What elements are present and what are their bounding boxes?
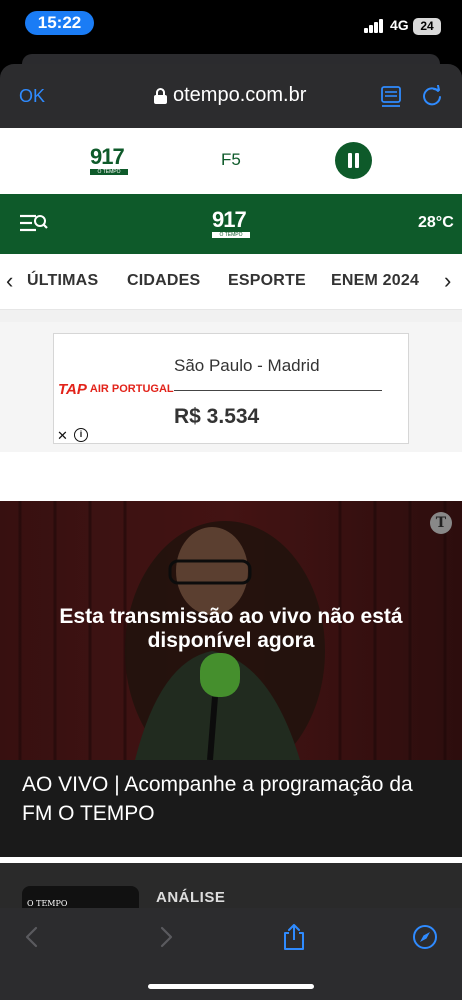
live-title-box[interactable]: AO VIVO | Acompanhe a programação da FM … (0, 760, 462, 857)
pause-icon (348, 153, 352, 168)
ad-zone: TAP AIR PORTUGAL São Paulo - Madrid R$ 3… (0, 322, 462, 452)
ad-banner[interactable]: TAP AIR PORTUGAL São Paulo - Madrid R$ 3… (53, 333, 409, 444)
nav-item-ultimas[interactable]: ÚLTIMAS (27, 272, 98, 290)
network-type: 4G (390, 17, 409, 33)
site-header: 917 O TEMPO 28°C (0, 194, 462, 254)
ad-price: R$ 3.534 (174, 405, 260, 428)
tap-logo: TAP AIR PORTUGAL (58, 380, 174, 398)
spacer (0, 452, 462, 501)
info-icon[interactable]: i (74, 428, 88, 442)
share-icon[interactable] (281, 924, 307, 950)
video-unavailable-message: Esta transmissão ao vivo não está dispon… (59, 605, 403, 652)
phone-screen: 15:22 4G 24 OK otempo.com.br 917 O TEMPO… (0, 0, 462, 1000)
site-logo-sub: O TEMPO (212, 232, 250, 238)
nav-item-enem[interactable]: ENEM 2024 (331, 272, 419, 290)
address-bar[interactable]: otempo.com.br (154, 84, 306, 107)
nav-item-cidades[interactable]: CIDADES (127, 272, 200, 290)
forward-icon[interactable] (152, 924, 178, 950)
radio-logo[interactable]: 917 O TEMPO (90, 146, 128, 178)
reload-icon[interactable] (421, 85, 443, 107)
close-icon[interactable]: ✕ (57, 428, 68, 444)
reader-icon[interactable] (381, 86, 401, 108)
article-thumbnail[interactable]: O TEMPO (22, 886, 139, 908)
station-name: F5 (221, 150, 241, 169)
browser-top-bar: OK otempo.com.br (0, 64, 462, 128)
tap-mark: TAP (58, 380, 87, 398)
done-button[interactable]: OK (19, 86, 45, 107)
video-player[interactable]: T Esta transmissão ao vivo não está disp… (0, 501, 462, 760)
pause-button[interactable] (335, 142, 372, 179)
radio-player: 917 O TEMPO F5 (0, 128, 462, 194)
nav-item-esporte[interactable]: ESPORTE (228, 272, 306, 290)
ad-route: São Paulo - Madrid (174, 356, 320, 375)
battery-icon: 24 (413, 18, 441, 35)
lock-icon (154, 87, 167, 104)
video-badge: T (430, 512, 452, 534)
signal-icon (364, 19, 386, 33)
back-icon[interactable] (20, 924, 46, 950)
compass-icon[interactable] (412, 924, 438, 950)
home-indicator[interactable] (148, 984, 314, 989)
radio-logo-sub: O TEMPO (90, 169, 128, 175)
live-title[interactable]: AO VIVO | Acompanhe a programação da FM … (22, 770, 442, 828)
web-content: 917 O TEMPO F5 917 O TEMPO 28°C ‹ ÚLTIMA… (0, 128, 462, 908)
section-nav: ‹ ÚLTIMAS CIDADES ESPORTE ENEM 2024 › (0, 254, 462, 310)
ad-divider (174, 390, 382, 391)
status-time[interactable]: 15:22 (25, 11, 94, 35)
status-bar: 15:22 4G 24 (0, 0, 462, 50)
temperature: 28°C (418, 214, 454, 231)
tap-brand-name: AIR PORTUGAL (89, 383, 174, 395)
nav-next-icon[interactable]: › (444, 270, 458, 292)
radio-logo-number: 917 (90, 144, 125, 169)
menu-search-icon[interactable] (19, 213, 49, 233)
site-logo-number: 917 (212, 207, 247, 232)
site-logo[interactable]: 917 O TEMPO (212, 209, 250, 239)
url-text: otempo.com.br (173, 84, 307, 106)
article-category: ANÁLISE (156, 889, 226, 906)
thumbnail-tag: O TEMPO (27, 899, 68, 908)
nav-prev-icon[interactable]: ‹ (6, 270, 20, 292)
